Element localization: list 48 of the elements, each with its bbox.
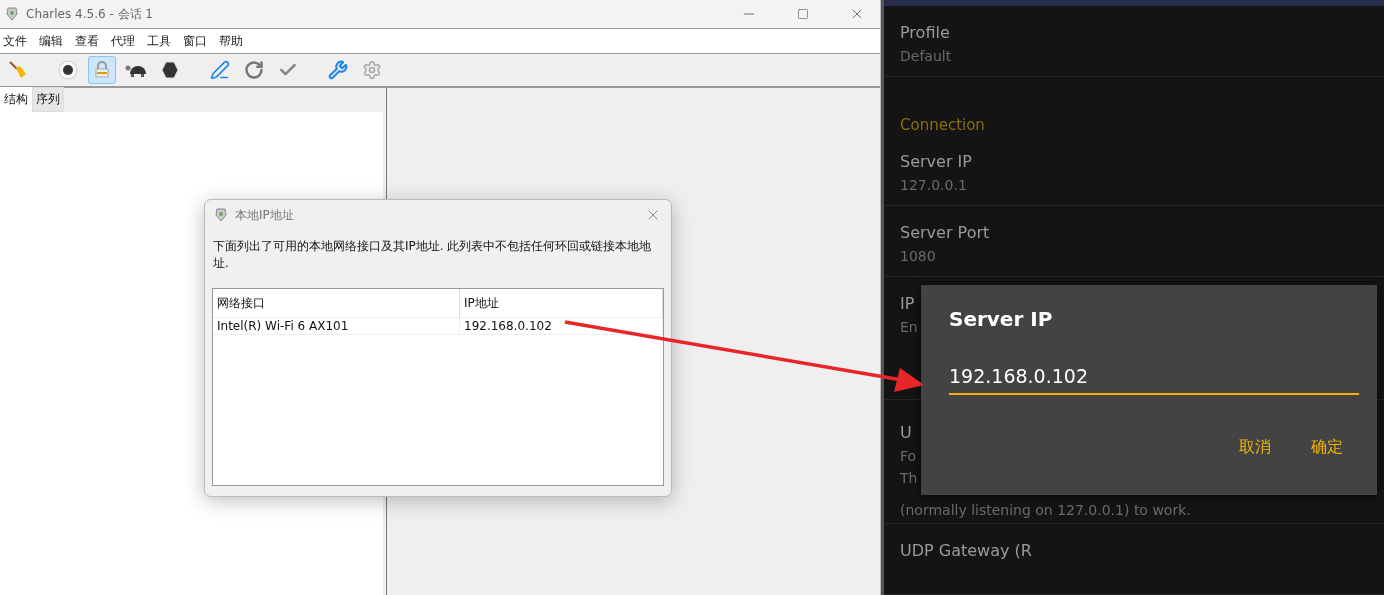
tab[interactable]: 序列 [32,87,64,112]
setting-title: Profile [900,21,950,44]
setting-title: IP [900,292,915,315]
setting-title: Server Port [900,221,990,244]
lock-icon [93,61,111,79]
dialog-button[interactable]: 确定 [1311,437,1343,458]
setting-value: En [900,317,918,337]
dialog-icon [215,208,227,222]
menu-item[interactable]: 编辑 [39,32,69,50]
menu-item[interactable]: 工具 [147,32,177,50]
wrench-icon [328,60,348,80]
tab[interactable]: 结构 [0,87,32,112]
setting-item[interactable]: Profile Default [884,5,1384,77]
setting-item[interactable]: Server Port 1080 [884,205,1384,277]
dialog-message: 下面列出了可用的本地网络接口及其IP地址. 此列表中不包括任何环回或链接本地地址. [212,238,653,272]
setting-value: Fo [900,446,917,466]
pen-icon [210,60,230,80]
menu-item[interactable]: 文件 [3,32,33,50]
refresh-icon [244,60,264,80]
record-icon [58,60,78,80]
maximize-icon[interactable] [797,8,809,20]
input-field[interactable]: 192.168.0.102 [949,361,1359,395]
settings-icon [362,60,382,80]
menu-item[interactable]: 窗口 [183,32,213,50]
dialog-title: 本地IP地址 [235,206,295,224]
menu-item[interactable]: 查看 [75,32,105,50]
dialog-title: Server IP [949,307,1053,331]
setting-item[interactable]: Server IP 127.0.0.1 [884,134,1384,206]
setting-value: 127.0.0.1 [900,175,967,195]
table-cell: Intel(R) Wi-Fi 6 AX101 [213,318,460,334]
dialog-button[interactable]: 取消 [1239,437,1271,458]
menu-item[interactable]: 帮助 [219,32,249,50]
setting-description: (normally listening on 127.0.0.1) to work. [900,500,1191,520]
setting-title: Server IP [900,150,972,173]
setting-title: U [900,421,912,444]
menu-item[interactable]: 代理 [111,32,141,50]
column-header: IP地址 [460,289,663,317]
setting-item[interactable]: UDP Gateway (R [884,524,1384,595]
app-icon [6,7,18,21]
setting-description: Th [900,468,918,488]
broom-icon [8,60,28,80]
setting-value: Default [900,46,952,66]
stop-icon [161,61,179,79]
setting-value: 1080 [900,246,936,266]
section-header: Connection [899,114,986,135]
window-title: Charles 4.5.6 - 会话 1 [26,5,154,23]
setting-title: UDP Gateway (R [900,540,1032,562]
column-header: 网络接口 [213,289,460,317]
